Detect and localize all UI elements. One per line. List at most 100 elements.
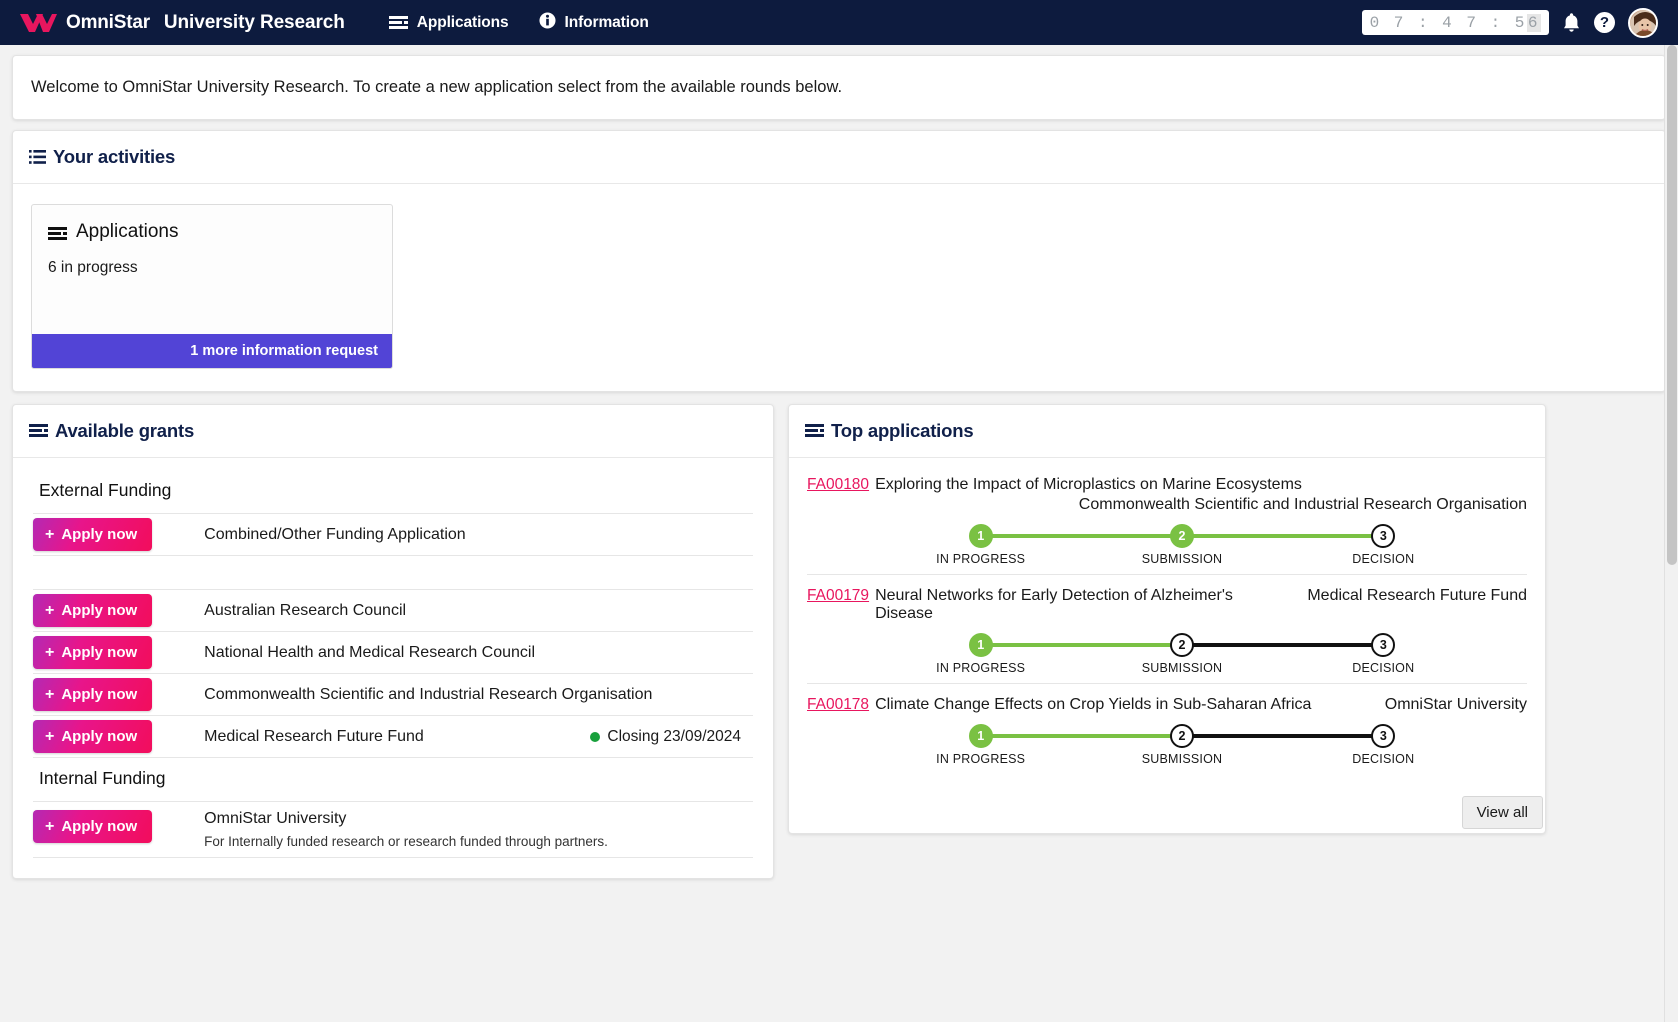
nav-item-applications-label: Applications: [416, 13, 509, 31]
grant-info: Australian Research Council: [204, 602, 753, 620]
stepper-node[interactable]: 2: [1170, 524, 1194, 548]
grant-name: Medical Research Future Fund: [204, 727, 424, 745]
stepper-segment: [1182, 734, 1384, 738]
application-title: Exploring the Impact of Microplastics on…: [875, 476, 1302, 493]
grant-row: + Apply now Medical Research Future Fund Cl…: [33, 716, 753, 758]
brand[interactable]: OmniStar University Research: [18, 10, 345, 36]
grant-info: Combined/Other Funding Application: [204, 526, 753, 544]
stepper-label: DECISION: [1352, 552, 1415, 566]
grant-row: + Apply now Combined/Other Funding Applica…: [33, 514, 753, 556]
applications-tile-title-row: Applications: [48, 221, 376, 243]
available-grants-body: External Funding + Apply now Combined/Other…: [13, 458, 773, 878]
grant-info: Medical Research Future Fund: [204, 728, 590, 746]
your-activities-body: Applications 6 in progress 1 more inform…: [13, 184, 1665, 391]
application-id-link[interactable]: FA00180: [807, 476, 869, 494]
apply-now-button[interactable]: + Apply now: [33, 678, 153, 711]
stepper-node[interactable]: 3: [1371, 633, 1396, 657]
plus-icon: +: [45, 525, 55, 543]
stepper-segment: [980, 534, 1182, 538]
apply-now-button[interactable]: + Apply now: [33, 594, 153, 627]
help-icon[interactable]: ?: [1594, 12, 1615, 33]
application-progress-stepper: 1 IN PROGRESS 2 SUBMISSION 3 DECISION: [877, 722, 1487, 768]
apply-now-button[interactable]: + Apply now: [33, 518, 153, 551]
grant-name: Commonwealth Scientific and Industrial R…: [204, 685, 653, 703]
available-grants-title: Available grants: [55, 420, 195, 441]
application-title: Neural Networks for Early Detection of A…: [875, 587, 1233, 622]
stepper-label: IN PROGRESS: [936, 752, 1026, 766]
application-progress-stepper: 1 IN PROGRESS 2 SUBMISSION 3 DECISION: [877, 631, 1487, 677]
application-organisation: Medical Research Future Fund: [1307, 587, 1527, 604]
grant-info: OmniStar University For Internally funded…: [204, 810, 753, 849]
stepper-label: DECISION: [1352, 661, 1415, 675]
closing-date-label: Closing 23/09/2024: [607, 727, 741, 745]
stepper-node[interactable]: 1: [968, 633, 993, 657]
stepper-segment: [980, 643, 1182, 647]
grant-info: Commonwealth Scientific and Industrial R…: [204, 686, 753, 704]
applications-tile[interactable]: Applications 6 in progress 1 more inform…: [31, 204, 393, 369]
available-grants-header: Available grants: [13, 405, 773, 458]
avatar[interactable]: [1628, 7, 1658, 38]
info-circle-icon: [539, 11, 556, 34]
grant-row: [33, 556, 753, 590]
stepper-node[interactable]: 3: [1371, 724, 1396, 748]
plus-icon: +: [45, 685, 55, 703]
bell-icon[interactable]: [1562, 12, 1581, 33]
grant-name: Combined/Other Funding Application: [204, 525, 466, 543]
stepper-node[interactable]: 1: [968, 524, 993, 548]
nav-item-information[interactable]: Information: [539, 11, 649, 34]
stepper-node[interactable]: 2: [1170, 724, 1194, 748]
apply-now-button[interactable]: + Apply now: [33, 636, 153, 669]
grant-row: + Apply now Australian Research Council: [33, 590, 753, 632]
stepper-segment: [1182, 643, 1384, 647]
session-timer: 0 7 : 4 7 : 5 6: [1361, 10, 1549, 35]
available-grants-card: Available grants External Funding + Apply …: [12, 404, 774, 879]
apply-now-button-label: Apply now: [61, 602, 138, 619]
your-activities-card: Your activities Applications 6 in progre…: [12, 130, 1666, 392]
page-scrollbar[interactable]: [1664, 45, 1678, 1022]
plus-icon: +: [45, 727, 55, 745]
view-all-wrapper: View all: [789, 788, 1545, 833]
main-columns: Available grants External Funding + Apply …: [12, 404, 1666, 879]
application-id-link[interactable]: FA00178: [807, 696, 869, 714]
closing-status: Closing 23/09/2024: [590, 728, 741, 746]
apply-now-button-label: Apply now: [61, 686, 138, 703]
grant-row: + Apply now Commonwealth Scientific and In…: [33, 674, 753, 716]
apply-now-button-label: Apply now: [61, 818, 138, 835]
application-row: FA00179 Neural Networks for Early Detecti…: [807, 575, 1527, 684]
nav-item-information-label: Information: [564, 13, 649, 31]
your-activities-title: Your activities: [53, 146, 176, 167]
application-organisation: OmniStar University: [1384, 696, 1527, 713]
stepper-label: SUBMISSION: [1141, 661, 1223, 675]
stepper-node[interactable]: 2: [1170, 633, 1194, 657]
stepper-label: IN PROGRESS: [936, 661, 1026, 675]
omnistar-logo-icon: [18, 10, 58, 36]
stepper-label: SUBMISSION: [1141, 552, 1223, 566]
application-organisation: Commonwealth Scientific and Industrial R…: [1078, 496, 1527, 513]
status-dot-icon: [590, 731, 601, 742]
brand-name: OmniStar: [66, 11, 150, 33]
view-all-button[interactable]: View all: [1461, 796, 1543, 829]
apply-now-button[interactable]: + Apply now: [33, 810, 153, 843]
grants-group-title: External Funding: [33, 470, 753, 514]
stepper-segment: [980, 734, 1182, 738]
plus-icon: +: [45, 601, 55, 619]
nav-item-applications[interactable]: Applications: [388, 13, 509, 32]
page-scrollbar-thumb[interactable]: [1667, 45, 1677, 565]
application-id-link[interactable]: FA00179: [807, 587, 869, 605]
bars-icon: [29, 424, 48, 438]
nav-right-group: 0 7 : 4 7 : 5 6 ?: [1361, 7, 1668, 38]
more-information-request-badge[interactable]: 1 more information request: [32, 334, 392, 368]
grants-group-title: Internal Funding: [33, 758, 753, 802]
applications-tile-subtitle: 6 in progress: [48, 259, 138, 276]
application-row: FA00180 Exploring the Impact of Microplas…: [807, 464, 1527, 575]
stepper-node[interactable]: 3: [1371, 524, 1396, 548]
apply-now-button[interactable]: + Apply now: [33, 720, 153, 753]
stepper-node[interactable]: 1: [968, 724, 993, 748]
grant-name: OmniStar University: [204, 810, 347, 827]
brand-subtitle: University Research: [163, 11, 345, 33]
nav-links: Applications Information: [388, 11, 649, 34]
plus-icon: +: [45, 643, 55, 661]
apply-now-button-label: Apply now: [61, 644, 138, 661]
grant-name: Australian Research Council: [204, 601, 407, 619]
apply-now-button-label: Apply now: [61, 728, 138, 745]
